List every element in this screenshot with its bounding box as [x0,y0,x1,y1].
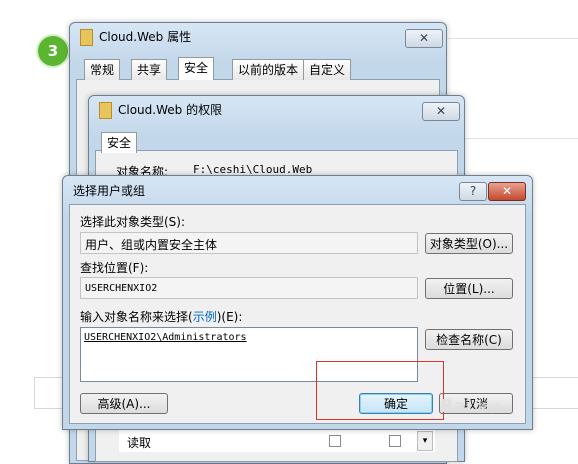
permissions-title-bar: Cloud.Web 的权限 [99,96,222,124]
help-button[interactable]: ? [459,182,487,201]
watermark: Bai 经验 [440,396,500,417]
tab-customize[interactable]: 自定义 [303,59,352,80]
permissions-title: Cloud.Web 的权限 [118,103,223,117]
folder-icon [99,102,112,119]
scroll-down-button[interactable]: ▾ [417,431,433,451]
object-type-label: 选择此对象类型(S): [80,215,186,229]
step-number-badge: 3 [38,36,68,66]
background-divider [440,38,578,39]
permissions-close-button[interactable]: ✕ [422,102,460,121]
advanced-button[interactable]: 高级(A)... [80,393,168,414]
tab-sharing[interactable]: 共享 [131,59,168,80]
examples-link[interactable]: 示例 [193,310,217,324]
object-types-button[interactable]: 对象类型(O)... [425,233,513,254]
object-names-value: USERCHENXIO2\Administrators [84,332,247,343]
deny-checkbox[interactable] [389,435,401,447]
select-dialog-title: 选择用户或组 [73,184,146,198]
highlight-box [316,361,444,420]
dialog-close-button[interactable]: ✕ [488,182,526,201]
tab-general[interactable]: 常规 [84,59,121,80]
properties-title: Cloud.Web 属性 [99,30,192,44]
tab-permissions-security[interactable]: 安全 [101,132,138,153]
watermark-suffix: 经验 [478,402,501,415]
properties-tab-strip: 常规 共享 安全 以前的版本 自定义 [84,57,434,81]
tab-previous-versions[interactable]: 以前的版本 [232,59,305,80]
check-names-button[interactable]: 检查名称(C) [425,329,513,350]
select-users-dialog: 选择用户或组 ? ✕ 选择此对象类型(S): 用户、组或内置安全主体 对象类型(… [62,175,533,430]
permission-read-label: 读取 [127,436,152,450]
folder-icon [80,29,93,46]
properties-title-bar: Cloud.Web 属性 [80,23,191,51]
tab-security[interactable]: 安全 [178,57,215,80]
object-type-field: 用户、组或内置安全主体 [80,232,418,254]
location-field: USERCHENXIO2 [80,277,418,299]
location-label: 查找位置(F): [80,261,149,275]
allow-checkbox[interactable] [329,435,341,447]
object-names-label-prefix: 输入对象名称来选择( [80,310,193,324]
properties-close-button[interactable]: ✕ [405,29,443,48]
object-names-label: 输入对象名称来选择(示例)(E): [80,308,242,325]
locations-button[interactable]: 位置(L)... [425,278,513,299]
object-names-label-suffix: )(E): [216,310,243,324]
watermark-text: Bai [440,396,473,417]
